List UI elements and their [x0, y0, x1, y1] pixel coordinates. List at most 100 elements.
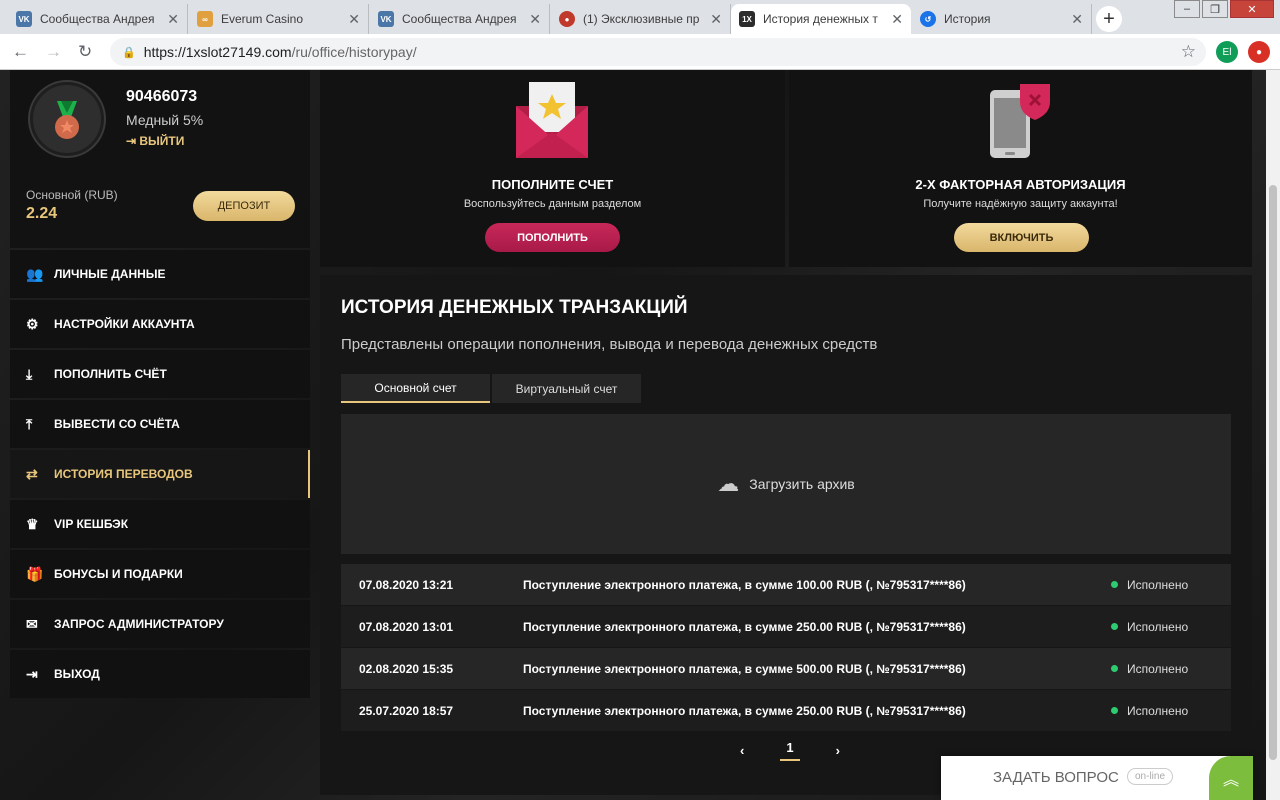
logout-link[interactable]: ⇥ ВЫЙТИ [126, 134, 184, 148]
vk-icon: VK [16, 11, 32, 27]
balance-label: Основной (RUB) [26, 188, 118, 202]
close-icon[interactable]: ✕ [1071, 11, 1083, 28]
reload-icon[interactable]: ↻ [78, 42, 92, 62]
address-bar: ← → ↻ 🔒 https://1xslot27149.com/ru/offic… [0, 34, 1280, 70]
page-content: 90466073 Медный 5% ⇥ ВЫЙТИ Основной (RUB… [0, 70, 1266, 800]
forward-arrow-icon[interactable]: → [45, 42, 62, 62]
window-controls: – ❐ ✕ [1172, 0, 1274, 18]
tab-virtual-account[interactable]: Виртуальный счет [492, 374, 641, 403]
profile-card: 90466073 Медный 5% ⇥ ВЫЙТИ Основной (RUB… [10, 70, 310, 248]
status-dot-icon [1111, 623, 1118, 630]
sidebar-item-bonuses[interactable]: 🎁 БОНУСЫ И ПОДАРКИ [10, 550, 310, 598]
table-row: 07.08.2020 13:01 Поступление электронног… [341, 606, 1231, 647]
exit-icon: ⇥ [26, 665, 38, 682]
logout-icon: ⇥ [126, 134, 140, 148]
page-subtitle: Представлены операции пополнения, вывода… [341, 336, 878, 353]
back-arrow-icon[interactable]: ← [12, 42, 29, 62]
sidebar-menu: 👥 ЛИЧНЫЕ ДАННЫЕ ⚙ НАСТРОЙКИ АККАУНТА ⤓ ПОПО… [10, 250, 310, 700]
close-icon[interactable]: ✕ [348, 11, 360, 28]
sidebar-item-settings[interactable]: ⚙ НАСТРОЙКИ АККАУНТА [10, 300, 310, 348]
profile-avatar[interactable]: El [1216, 41, 1238, 63]
row-status: Исполнено [1127, 661, 1189, 676]
tab-title: Everum Casino [221, 12, 304, 26]
tab-title: Сообщества Андрея [402, 12, 517, 26]
sidebar-item-personal[interactable]: 👥 ЛИЧНЫЕ ДАННЫЕ [10, 250, 310, 298]
status-dot-icon [1111, 581, 1118, 588]
transfer-icon: ⇄ [26, 465, 38, 482]
sidebar-item-deposit[interactable]: ⤓ ПОПОЛНИТЬ СЧЁТ [10, 350, 310, 398]
close-icon[interactable]: ✕ [167, 11, 179, 28]
close-icon[interactable]: ✕ [529, 11, 541, 28]
gift-icon: 🎁 [26, 565, 44, 582]
page-title: ИСТОРИЯ ДЕНЕЖНЫХ ТРАНЗАКЦИЙ [341, 297, 688, 318]
promo-2fa-title: 2-Х ФАКТОРНАЯ АВТОРИЗАЦИЯ [915, 177, 1126, 192]
row-description: Поступление электронного платежа, в сумм… [523, 703, 966, 718]
chip-icon: ● [559, 11, 575, 27]
prev-page-icon[interactable]: ‹ [740, 743, 744, 758]
chat-status-badge: on-line [1127, 768, 1174, 785]
crown-icon: ♛ [26, 515, 39, 532]
browser-tab[interactable]: VK Сообщества Андрея ✕ [8, 4, 188, 34]
minimize-icon[interactable]: – [1174, 0, 1200, 18]
close-icon[interactable]: ✕ [710, 11, 722, 28]
next-page-icon[interactable]: › [836, 743, 840, 758]
users-icon: 👥 [26, 265, 44, 282]
row-date: 25.07.2020 18:57 [359, 703, 454, 718]
tab-main-account[interactable]: Основной счет [341, 374, 490, 403]
tab-title: История [944, 12, 991, 26]
sidebar-item-admin-request[interactable]: ✉ ЗАПРОС АДМИНИСТРАТОРУ [10, 600, 310, 648]
new-tab-button[interactable]: + [1096, 6, 1122, 32]
url-host: https://1xslot27149.com [143, 44, 292, 60]
row-date: 02.08.2020 15:35 [359, 661, 454, 676]
scrollbar-thumb[interactable] [1269, 185, 1277, 760]
rank-medal-icon [30, 82, 104, 156]
sidebar-item-history[interactable]: ⇄ ИСТОРИЯ ПЕРЕВОДОВ [10, 450, 310, 498]
browser-tab[interactable]: ● (1) Эксклюзивные пр ✕ [551, 4, 731, 34]
status-dot-icon [1111, 707, 1118, 714]
row-status: Исполнено [1127, 577, 1189, 592]
topup-button[interactable]: ПОПОЛНИТЬ [485, 223, 620, 252]
lock-icon: 🔒 [122, 46, 136, 59]
user-rank: Медный 5% [126, 112, 204, 128]
ask-question-widget[interactable]: ЗАДАТЬ ВОПРОС on-line ︽ [941, 756, 1253, 800]
tab-title: Сообщества Андрея [40, 12, 155, 26]
tab-title: (1) Эксклюзивные пр [583, 12, 700, 26]
upload-icon: ⤒ [26, 415, 33, 432]
browser-tab-active[interactable]: 1X История денежных т ✕ [731, 4, 911, 34]
extension-icon[interactable]: ● [1248, 41, 1270, 63]
browser-tabbar: VK Сообщества Андрея ✕ ∞ Everum Casino ✕… [0, 0, 1280, 34]
promo-deposit-card: ПОПОЛНИТЕ СЧЕТ Воспользуйтесь данным раз… [320, 70, 785, 267]
promo-deposit-title: ПОПОЛНИТЕ СЧЕТ [491, 177, 614, 192]
balance-value: 2.24 [26, 205, 58, 222]
page-scrollbar[interactable] [1266, 70, 1280, 800]
browser-tab[interactable]: ∞ Everum Casino ✕ [189, 4, 369, 34]
close-icon[interactable]: ✕ [891, 11, 903, 28]
sidebar-item-exit[interactable]: ⇥ ВЫХОД [10, 650, 310, 698]
bookmark-star-icon[interactable]: ☆ [1181, 42, 1196, 62]
tab-title: История денежных т [763, 12, 878, 26]
deposit-button[interactable]: ДЕПОЗИТ [193, 191, 295, 221]
chevron-up-icon[interactable]: ︽ [1209, 756, 1253, 800]
sidebar-item-withdraw[interactable]: ⤒ ВЫВЕСТИ СО СЧЁТА [10, 400, 310, 448]
maximize-icon[interactable]: ❐ [1202, 0, 1228, 18]
browser-tab[interactable]: ↺ История ✕ [912, 4, 1092, 34]
promo-2fa-card: 2-Х ФАКТОРНАЯ АВТОРИЗАЦИЯ Получите надёж… [789, 70, 1252, 267]
history-panel: ИСТОРИЯ ДЕНЕЖНЫХ ТРАНЗАКЦИЙ Представлены… [320, 275, 1252, 795]
download-archive-button[interactable]: ☁ Загрузить архив [341, 414, 1231, 554]
history-icon: ↺ [920, 11, 936, 27]
close-window-icon[interactable]: ✕ [1230, 0, 1274, 18]
page-number[interactable]: 1 [780, 740, 800, 761]
url-path: /ru/office/historypay/ [291, 44, 417, 60]
promo-deposit-subtitle: Воспользуйтесь данным разделом [463, 198, 642, 210]
browser-tab[interactable]: VK Сообщества Андрея ✕ [370, 4, 550, 34]
chat-label: ЗАДАТЬ ВОПРОС [993, 769, 1119, 786]
1x-icon: 1X [739, 11, 755, 27]
gears-icon: ⚙ [26, 315, 39, 332]
sidebar-item-vip[interactable]: ♛ VIP КЕШБЭК [10, 500, 310, 548]
enable-2fa-button[interactable]: ВКЛЮЧИТЬ [954, 223, 1089, 252]
url-field[interactable]: 🔒 https://1xslot27149.com/ru/office/hist… [110, 38, 1206, 66]
cloud-download-icon: ☁ [717, 471, 740, 496]
phone-shield-icon [990, 84, 1050, 158]
table-row: 25.07.2020 18:57 Поступление электронног… [341, 690, 1231, 731]
promo-2fa-subtitle: Получите надёжную защиту аккаунта! [923, 198, 1118, 210]
